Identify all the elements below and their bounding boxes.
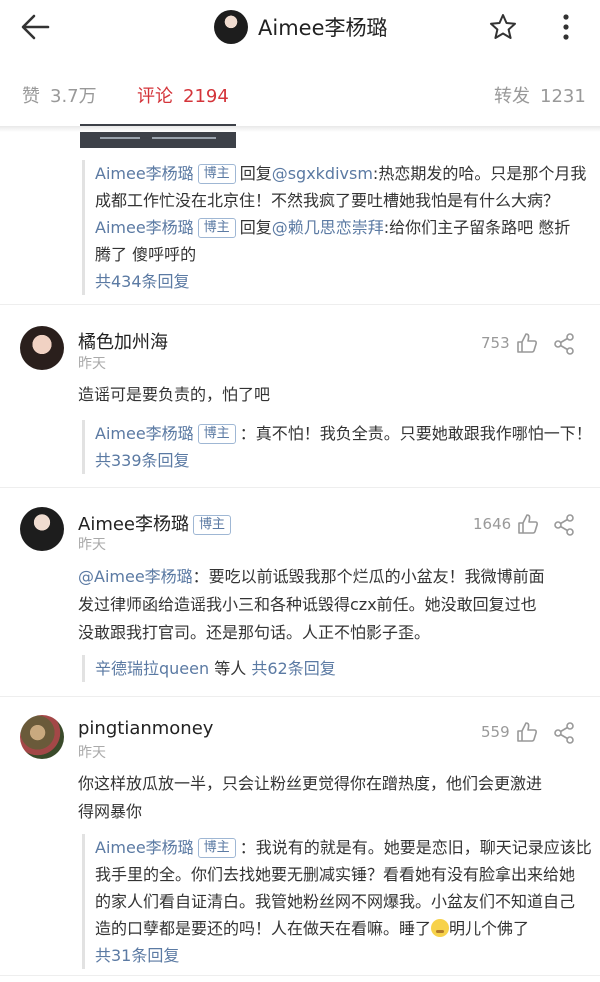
share-nodes-icon[interactable]: [552, 721, 576, 745]
reply-author[interactable]: 辛德瑞拉queen: [95, 659, 209, 678]
tab-reposts-count: 1231: [540, 86, 586, 107]
header-user[interactable]: Aimee李杨璐: [214, 10, 388, 44]
reply-text-cont: 造的口孽都是要还的吗！人在做天在看嘛。睡了: [95, 919, 432, 938]
reply-thread: Aimee李杨璐 博主 ：我说有的就是有。她要是恋旧，聊天记录应该比 我手里的全。你…: [82, 834, 592, 969]
comment-text-line: 你这样放瓜放一半，只会让粉丝更觉得你在蹭热度，他们会更激进: [78, 774, 543, 793]
author-badge: 博主: [197, 424, 236, 444]
reply-text-cont-wrap: 造的口孽都是要还的吗！人在做天在看嘛。睡了 明儿个佛了: [95, 915, 592, 942]
like-button[interactable]: 753: [481, 332, 538, 354]
avatar[interactable]: [20, 715, 64, 759]
like-button[interactable]: 559: [481, 721, 538, 743]
comment-author[interactable]: 橘色加州海: [78, 328, 168, 354]
reply-etc: 等人: [214, 659, 247, 678]
like-count: 753: [481, 334, 510, 352]
vertical-dots-icon[interactable]: [556, 12, 576, 42]
reply-mention[interactable]: @赖几思恋崇拜: [272, 218, 384, 237]
reply-mention[interactable]: @sgxkdivsm: [272, 164, 373, 183]
comment-divider: [0, 304, 600, 305]
comment-date: 昨天: [78, 356, 106, 372]
reply-thread: Aimee李杨璐 博主 ：真不怕！我负全责。只要她敢跟我作哪怕一下！ 共339条回复: [82, 420, 592, 474]
reply-word: 回复: [239, 218, 272, 237]
reply-text-cont: 我手里的全。你们去找她要无删减实锤？看看她有没有脸拿出来给她: [95, 865, 576, 884]
reply-text: ：我说有的就是有。她要是恋旧，聊天记录应该比: [239, 838, 592, 857]
reply-author[interactable]: Aimee李杨璐: [95, 164, 194, 183]
comment-date: 昨天: [78, 745, 106, 761]
reply-item: Aimee李杨璐 博主 回复@sgxkdivsm:热恋期发的哈。只是那个月我: [95, 160, 586, 187]
tab-comments-label: 评论: [137, 86, 173, 107]
reply-summary: 辛德瑞拉queen 等人 共62条回复: [95, 655, 336, 682]
stats-divider: [0, 126, 600, 132]
author-badge: 博主: [197, 218, 236, 238]
comment-mention[interactable]: @Aimee李杨璐: [78, 567, 193, 586]
comment-text-line: 得网暴你: [78, 802, 143, 821]
reply-text-cont: 腾了 傻呼呼的: [95, 245, 197, 264]
share-nodes-icon[interactable]: [552, 332, 576, 356]
reply-thread: Aimee李杨璐 博主 回复@sgxkdivsm:热恋期发的哈。只是那个月我 成都工…: [82, 160, 586, 295]
more-replies-link[interactable]: 共31条回复: [95, 942, 592, 969]
thumb-up-icon: [516, 333, 537, 353]
avatar[interactable]: [20, 326, 64, 370]
page-title: Aimee李杨璐: [258, 16, 388, 40]
more-replies-link[interactable]: 共62条回复: [251, 659, 335, 678]
reply-text-cont: 的家人们看自证清白。我管她粉丝网不网爆我。小盆友们不知道自己: [95, 892, 576, 911]
tab-comments-count: 2194: [183, 86, 229, 107]
comment-text-line: 没敢跟我打官司。还是那句话。人正不怕影子歪。: [78, 623, 431, 642]
tab-reposts-label: 转发: [494, 86, 530, 107]
more-replies-link[interactable]: 共339条回复: [95, 447, 592, 474]
comment-divider: [0, 487, 600, 488]
avatar[interactable]: [20, 507, 64, 551]
like-count: 559: [481, 723, 510, 741]
author-badge: 博主: [197, 838, 236, 858]
like-count: 1646: [473, 515, 512, 533]
sleepy-face-emoji: [431, 919, 450, 937]
reply-author[interactable]: Aimee李杨璐: [95, 424, 194, 443]
comment-date: 昨天: [78, 537, 106, 553]
reply-author[interactable]: Aimee李杨璐: [95, 218, 194, 237]
comment-author-wrap: Aimee李杨璐 博主: [78, 510, 235, 536]
comment-divider: [0, 696, 600, 697]
stats-tabs: 赞 3.7万 评论 2194 转发 1231: [0, 82, 600, 112]
reply-word: 回复: [239, 164, 272, 183]
reply-text: :热恋期发的哈。只是那个月我: [372, 164, 587, 183]
thumb-up-icon: [518, 514, 539, 534]
comment-text-line: ：要吃以前诋毁我那个烂瓜的小盆友！我微博前面: [192, 567, 545, 586]
top-bar: Aimee李杨璐: [0, 0, 600, 56]
like-button[interactable]: 1646: [473, 513, 539, 535]
reply-item: Aimee李杨璐 博主 ：我说有的就是有。她要是恋旧，聊天记录应该比: [95, 834, 592, 861]
tab-comments[interactable]: 评论 2194: [137, 82, 229, 108]
more-replies-link[interactable]: 共434条回复: [95, 268, 586, 295]
reply-text-cont: 成都工作忙没在北京住！不然我疯了要吐槽她我怕是有什么大病？: [95, 191, 560, 210]
share-nodes-icon[interactable]: [552, 513, 576, 537]
thumb-up-icon: [516, 722, 537, 742]
tab-likes[interactable]: 赞 3.7万: [22, 82, 97, 108]
avatar[interactable]: [214, 10, 248, 44]
comment-author[interactable]: Aimee李杨璐: [78, 514, 189, 535]
comment-text: @Aimee李杨璐：要吃以前诋毁我那个烂瓜的小盆友！我微博前面 发过律师函给造谣…: [78, 563, 545, 647]
reply-text-cont: 明儿个佛了: [449, 919, 530, 938]
tab-reposts[interactable]: 转发 1231: [494, 82, 586, 108]
comment-text: 你这样放瓜放一半，只会让粉丝更觉得你在蹭热度，他们会更激进 得网暴你: [78, 770, 542, 826]
author-badge: 博主: [197, 164, 236, 184]
reply-text: ：真不怕！我负全责。只要她敢跟我作哪怕一下！: [239, 424, 592, 443]
tab-likes-label: 赞: [22, 86, 40, 107]
comment-text: 造谣可是要负责的，怕了吧: [78, 385, 271, 404]
tab-likes-count: 3.7万: [50, 86, 97, 107]
reply-item: Aimee李杨璐 博主 回复@赖几思恋崇拜:给你们主子留条路吧 憋折: [95, 214, 586, 241]
reply-author[interactable]: Aimee李杨璐: [95, 838, 194, 857]
comment-author[interactable]: pingtianmoney: [78, 718, 213, 739]
reply-item: Aimee李杨璐 博主 ：真不怕！我负全责。只要她敢跟我作哪怕一下！: [95, 420, 592, 447]
reply-thread: 辛德瑞拉queen 等人 共62条回复: [82, 655, 336, 682]
comment-text-line: 发过律师函给造谣我小三和各种诋毁得czx前任。她没敢回复过也: [78, 595, 537, 614]
reply-text: :给你们主子留条路吧 憋折: [383, 218, 571, 237]
arrow-left-icon[interactable]: [18, 12, 54, 42]
author-badge: 博主: [193, 515, 232, 535]
comment-divider: [0, 975, 600, 976]
star-outline-icon[interactable]: [488, 12, 518, 42]
